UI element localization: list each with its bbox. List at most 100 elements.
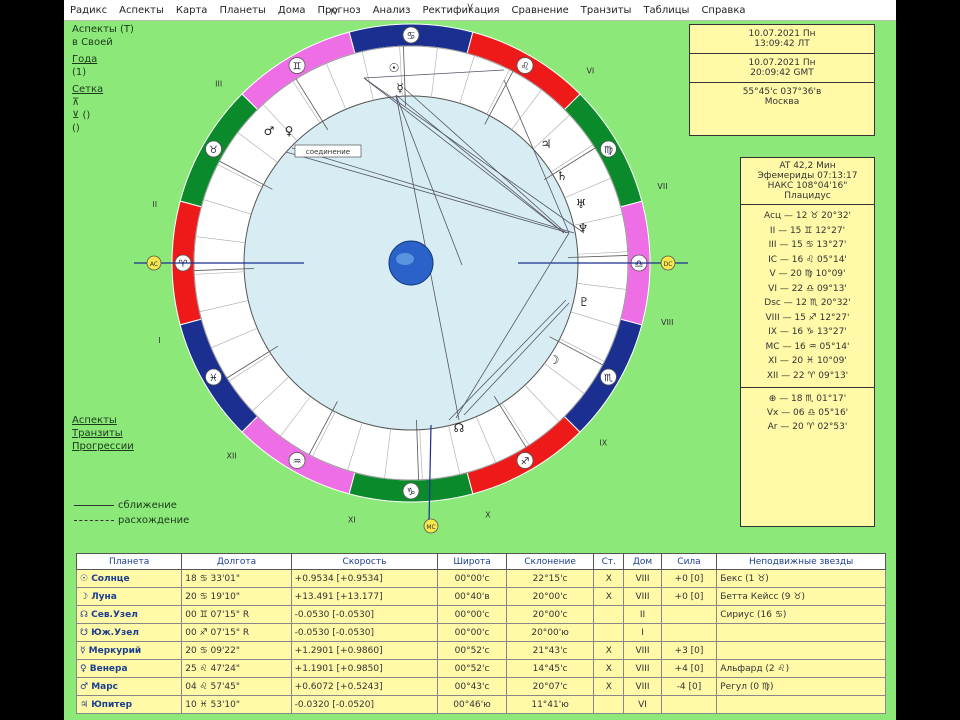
cell: 11°41'ю: [505, 695, 595, 714]
sign-glyph: ♈: [179, 259, 188, 270]
cell: ♀ Венера: [75, 659, 183, 678]
sign-glyph: ♉: [209, 145, 218, 156]
table-row[interactable]: ☽ Луна 20 ♋ 19'10" +13.491 [+13.177] 00°40'…: [75, 587, 886, 606]
cell: 22°15'с: [505, 569, 595, 588]
astro-app-window: Радикс Аспекты Карта Планеты Дома Прогноз Анал…: [64, 0, 896, 720]
house-cusp: Dsc — 12 ♏ 20°32': [764, 298, 851, 308]
legend-applying: сближение: [118, 500, 177, 511]
col-header-8[interactable]: Неподвижные звезды: [716, 553, 886, 570]
planet-glyph: ☽: [549, 353, 560, 367]
cell: 00°00'с: [437, 605, 507, 624]
house-number: IV: [330, 7, 338, 16]
cell: -0.0530 [-0.0530]: [290, 623, 439, 642]
cell: -0.0530 [-0.0530]: [290, 605, 439, 624]
sign-glyph: ♍: [604, 145, 613, 156]
house-cusp-list: Асц — 12 ♉ 20°32' II — 15 ♊ 12°27' III — 1…: [741, 205, 874, 388]
cell: [660, 623, 718, 642]
table-row[interactable]: ♂ Марс 04 ♌ 57'45" +0.6072 [+0.5243] 00°43'…: [75, 677, 886, 696]
house-cusp: VI — 22 ♎ 09°13': [768, 283, 847, 294]
info-block-2: 55°45'с 037°36'в Москва: [742, 87, 822, 107]
cell: ☊ Сев.Узел: [75, 605, 183, 624]
cell: ♃ Юпитер: [75, 695, 183, 714]
cell: +13.491 [+13.177]: [290, 587, 439, 606]
col-header-7[interactable]: Сила: [660, 553, 718, 570]
cell: [593, 695, 625, 714]
table-row[interactable]: ♃ Юпитер 10 ♓ 53'10" -0.0320 [-0.0520] 00°4…: [75, 695, 886, 714]
house-cusp: MC — 16 ♒ 05°14': [765, 341, 850, 352]
cell: Бекс (1 ♉): [716, 569, 886, 588]
cell: [660, 605, 718, 624]
house-number: XII: [227, 451, 237, 460]
sign-glyph: ♋: [407, 31, 416, 42]
col-header-0[interactable]: Планета: [75, 553, 183, 570]
house-cusp: IX — 16 ♑ 13°27': [768, 327, 847, 337]
cell: 14°45'с: [505, 659, 595, 678]
house-number: VII: [657, 182, 667, 191]
table-row[interactable]: ♀ Венера 25 ♌ 47'24" +1.1901 [+0.9850] 00°5…: [75, 659, 886, 678]
aspect-legend: сближение расхождение: [74, 500, 189, 526]
house-cusp: Асц — 12 ♉ 20°32': [763, 211, 852, 221]
aspect-mode-2[interactable]: Прогрессии: [72, 441, 134, 452]
col-header-2[interactable]: Скорость: [290, 553, 439, 570]
cell: +0.9534 [+0.9534]: [290, 569, 439, 588]
cell: 20 ♋ 09'22": [181, 641, 292, 660]
planet-glyph: ♇: [579, 295, 590, 309]
planet-glyph: ☿: [396, 81, 403, 95]
planet-glyph: ♂: [264, 124, 275, 138]
cell: +1.2901 [+0.9860]: [290, 641, 439, 660]
col-header-1[interactable]: Долгота: [181, 553, 292, 570]
cell: ☽ Луна: [75, 587, 183, 606]
cell: VIII: [623, 677, 662, 696]
extra-points: ⊕ — 18 ♏ 01°17' Vx — 06 ♎ 05°16' Ar — 20 ♈…: [766, 394, 849, 432]
table-row[interactable]: ☉ Солнце 18 ♋ 33'01" +0.9534 [+0.9534] 00°0…: [75, 569, 886, 588]
cell: VI: [623, 695, 662, 714]
table-row[interactable]: ☿ Меркурий 20 ♋ 09'22" +1.2901 [+0.9860] 00…: [75, 641, 886, 660]
aspect-mode-1[interactable]: Транзиты: [72, 428, 134, 439]
cell: 00°52'с: [437, 641, 507, 660]
col-header-6[interactable]: Дом: [623, 553, 662, 570]
house-cusp: VIII — 15 ♐ 12°27': [765, 312, 850, 323]
cell: [660, 695, 718, 714]
house-cusp: II — 15 ♊ 12°27': [769, 225, 846, 236]
cell: 00°00'с: [437, 569, 507, 588]
cell: 20 ♋ 19'10": [181, 587, 292, 606]
planet-glyph: ♅: [576, 197, 587, 211]
col-header-4[interactable]: Склонение: [505, 553, 595, 570]
cell: ☿ Меркурий: [75, 641, 183, 660]
cell: Альфард (2 ♌): [716, 659, 886, 678]
cell: [593, 605, 625, 624]
house-cusp: V — 20 ♍ 10°09': [769, 269, 846, 279]
cell: 21°43'с: [505, 641, 595, 660]
table-row[interactable]: ☋ Юж.Узел 00 ♐ 07'15" R -0.0530 [-0.0530] 0…: [75, 623, 886, 642]
sign-glyph: ♎: [635, 259, 644, 270]
cell: II: [623, 605, 662, 624]
cell: 20°00'ю: [505, 623, 595, 642]
house-number: VIII: [661, 318, 674, 327]
col-header-3[interactable]: Широта: [437, 553, 507, 570]
angle-marker-label: DC: [664, 261, 673, 268]
house-cusp: XI — 20 ♓ 10°09': [768, 356, 847, 366]
house-cusp: XII — 22 ♈ 09°13': [766, 370, 849, 381]
planet-glyph: ♃: [541, 137, 552, 151]
info-block-1: 10.07.2021 Пн 20:09:42 GMT: [690, 54, 874, 83]
cell: -4 [0]: [660, 677, 718, 696]
planet-positions-table: Планета Долгота Скорость Широта Склонение Ст.…: [75, 553, 886, 714]
aspect-mode-0[interactable]: Аспекты: [72, 415, 134, 426]
info-block-0: 10.07.2021 Пн 13:09:42 ЛТ: [690, 25, 874, 54]
cell: +0.6072 [+0.5243]: [290, 677, 439, 696]
cell: Бетта Кейсс (9 ♉): [716, 587, 886, 606]
table-row[interactable]: ☊ Сев.Узел 00 ♊ 07'15" R -0.0530 [-0.0530]…: [75, 605, 886, 624]
planet-glyph: ♆: [578, 221, 589, 235]
house-cusp: III — 15 ♋ 13°27': [768, 240, 847, 250]
cell: X: [593, 641, 625, 660]
cell: ☋ Юж.Узел: [75, 623, 183, 642]
cell: +1.1901 [+0.9850]: [290, 659, 439, 678]
house-number: V: [467, 3, 473, 12]
cell: X: [593, 587, 625, 606]
planet-glyph: ☉: [389, 61, 400, 75]
col-header-5[interactable]: Ст.: [593, 553, 625, 570]
cell: -0.0320 [-0.0520]: [290, 695, 439, 714]
angle-marker-label: MC: [426, 524, 435, 531]
chart-info-box: 10.07.2021 Пн 13:09:42 ЛТ 10.07.2021 Пн 20:…: [689, 24, 875, 136]
cell: 00°46'ю: [437, 695, 507, 714]
